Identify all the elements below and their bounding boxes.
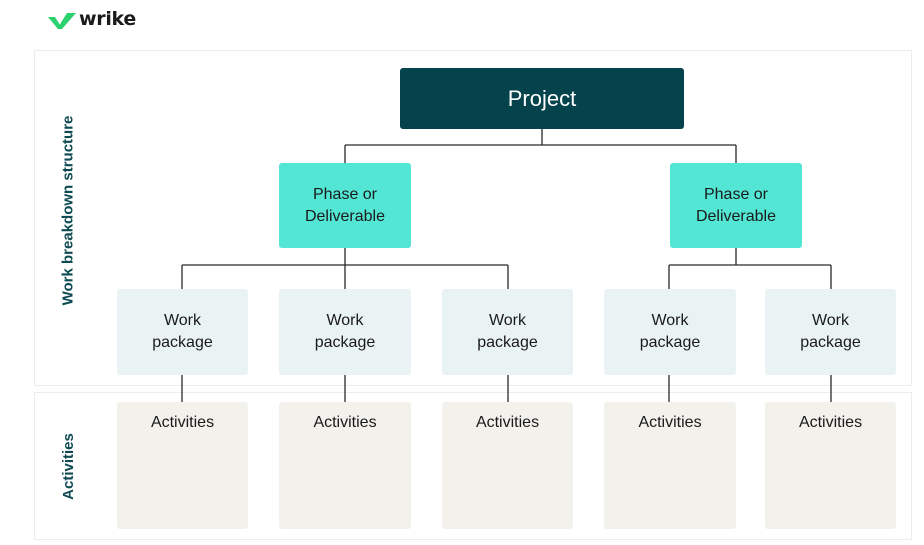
project-node: Project <box>400 68 684 129</box>
work-package-node: Work package <box>117 289 248 375</box>
activities-node: Activities <box>765 402 896 529</box>
activities-label: Activities <box>798 414 863 431</box>
work-package-label: Work package <box>477 312 538 351</box>
checkmark-logo-icon <box>48 12 76 29</box>
work-package-label: Work package <box>800 312 861 351</box>
work-package-label: Work package <box>152 312 213 351</box>
project-label: Project <box>507 85 577 111</box>
work-package-node: Work package <box>604 289 736 375</box>
activities-label: Activities <box>313 414 377 431</box>
activities-label: Activities <box>150 414 215 431</box>
phase-node: Phase or Deliverable <box>279 163 411 248</box>
activities-label: Activities <box>638 414 702 431</box>
work-package-node: Work package <box>765 289 896 375</box>
activities-label: Activities <box>475 414 540 431</box>
activities-section-label: Activities <box>59 432 77 500</box>
activities-node: Activities <box>442 402 573 529</box>
activities-node: Activities <box>117 402 248 529</box>
phase-label: Phase or Deliverable <box>695 185 777 225</box>
work-package-node: Work package <box>279 289 411 375</box>
wrike-logo: wrike <box>48 10 136 29</box>
activities-node: Activities <box>279 402 411 529</box>
activities-node: Activities <box>604 402 736 529</box>
phase-node: Phase or Deliverable <box>670 163 802 248</box>
work-package-node: Work package <box>442 289 573 375</box>
phase-label: Phase or Deliverable <box>304 185 386 225</box>
brand-name: wrike <box>79 8 136 30</box>
work-package-label: Work package <box>639 312 701 351</box>
work-package-label: Work package <box>314 312 376 351</box>
wbs-section-label: Work breakdown structure <box>59 115 77 305</box>
